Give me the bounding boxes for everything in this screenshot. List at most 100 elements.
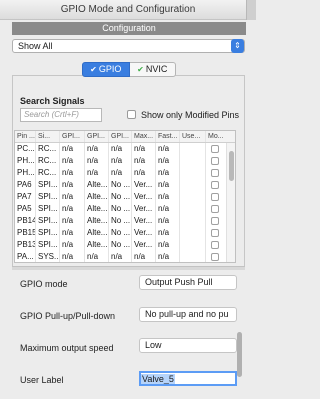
table-cell: Alte... — [87, 191, 109, 203]
table-row[interactable]: PH... RC... n/a n/a n/a n/a n/a — [15, 167, 235, 179]
table-cell — [180, 203, 206, 215]
column-header[interactable]: Use... — [180, 131, 206, 142]
table-row[interactable]: PA5 SPI... n/a Alte... No ... Ver... n/a — [15, 203, 235, 215]
tab-bar: ✔ GPIO ✔ NVIC — [82, 62, 176, 77]
table-cell: n/a — [156, 167, 180, 179]
check-circle-icon: ✔ — [137, 65, 144, 74]
table-cell: n/a — [60, 215, 85, 227]
window-edge-button[interactable] — [246, 0, 256, 20]
column-header[interactable]: Si... — [36, 131, 60, 142]
table-cell: Ver... — [132, 239, 156, 251]
column-header[interactable]: Fast... — [156, 131, 180, 142]
table-cell — [180, 143, 206, 155]
modified-cell — [206, 179, 226, 191]
table-cell: PA... — [15, 251, 36, 262]
table-cell: n/a — [156, 203, 180, 215]
window-titlebar: GPIO Mode and Configuration — [0, 0, 256, 20]
search-signals-label: Search Signals — [20, 96, 85, 106]
modified-checkbox[interactable] — [211, 205, 219, 213]
table-cell: n/a — [156, 155, 180, 167]
modified-cell — [206, 239, 226, 251]
properties-scrollbar[interactable] — [236, 280, 243, 398]
table-cell: n/a — [85, 155, 109, 167]
table-cell: n/a — [156, 227, 180, 239]
tab-gpio[interactable]: ✔ GPIO — [82, 62, 130, 77]
modified-checkbox[interactable] — [211, 241, 219, 249]
user-label-value: Valve_5 — [141, 374, 175, 384]
table-cell: PA7 — [15, 191, 36, 203]
table-cell: n/a — [109, 143, 132, 155]
tab-nvic[interactable]: ✔ NVIC — [129, 62, 176, 77]
filter-select-value: Show All — [18, 41, 53, 51]
signals-table: Pin ... Si... GPI... GPI... GPI... Max..… — [14, 130, 236, 263]
table-row[interactable]: PB13 SPI... n/a Alte... No ... Ver... n/a — [15, 239, 235, 251]
table-cell — [180, 227, 206, 239]
table-cell: Ver... — [132, 203, 156, 215]
table-row[interactable]: PA7 SPI... n/a Alte... No ... Ver... n/a — [15, 191, 235, 203]
table-cell: No ... — [111, 215, 132, 227]
modified-checkbox[interactable] — [211, 217, 219, 225]
table-header: Pin ... Si... GPI... GPI... GPI... Max..… — [15, 131, 235, 143]
table-row[interactable]: PA... SYS... n/a n/a n/a n/a n/a — [15, 251, 235, 262]
table-cell: Alte... — [87, 239, 109, 251]
modified-cell — [206, 227, 226, 239]
table-cell: n/a — [156, 191, 180, 203]
search-input[interactable]: Search (Crtl+F) — [20, 108, 102, 122]
table-row[interactable]: PB14 SPI... n/a Alte... No ... Ver... n/a — [15, 215, 235, 227]
table-cell — [180, 167, 206, 179]
modified-checkbox[interactable] — [211, 145, 219, 153]
table-row[interactable]: PB15 SPI... n/a Alte... No ... Ver... n/a — [15, 227, 235, 239]
scrollbar-thumb[interactable] — [237, 332, 242, 377]
table-cell: No ... — [111, 179, 132, 191]
column-header[interactable]: GPI... — [109, 131, 132, 142]
gpio-mode-select[interactable]: Output Push Pull — [139, 275, 237, 290]
table-cell: PB13 — [17, 239, 36, 251]
table-cell: Ver... — [132, 227, 156, 239]
user-label-input[interactable]: Valve_5 — [139, 371, 237, 386]
table-cell: PB15 — [17, 227, 36, 239]
modified-cell — [206, 155, 226, 167]
speed-select[interactable]: Low — [139, 338, 237, 353]
table-cell: RC... — [36, 167, 60, 179]
table-cell: n/a — [132, 155, 156, 167]
table-cell: n/a — [109, 167, 132, 179]
modified-checkbox[interactable] — [211, 253, 219, 261]
table-cell: SYS... — [38, 251, 60, 262]
modified-only-checkbox[interactable] — [127, 110, 136, 119]
table-cell: n/a — [60, 167, 85, 179]
column-header[interactable]: Max... — [132, 131, 156, 142]
table-cell: PB14 — [17, 215, 36, 227]
table-cell: Alte... — [87, 227, 109, 239]
filter-select[interactable]: Show All ⇕ — [12, 39, 245, 53]
column-header[interactable]: GPI... — [60, 131, 85, 142]
chevron-updown-icon[interactable]: ⇕ — [231, 39, 244, 53]
modified-checkbox[interactable] — [211, 229, 219, 237]
pull-select[interactable]: No pull-up and no pu — [139, 307, 237, 322]
table-cell: n/a — [60, 155, 85, 167]
table-row[interactable]: PA6 SPI... n/a Alte... No ... Ver... n/a — [15, 179, 235, 191]
modified-checkbox[interactable] — [211, 181, 219, 189]
scrollbar-thumb[interactable] — [229, 151, 234, 181]
table-scrollbar[interactable] — [226, 143, 235, 262]
table-row[interactable]: PH... RC... n/a n/a n/a n/a n/a — [15, 155, 235, 167]
table-cell: n/a — [109, 251, 132, 262]
table-cell: Alte... — [87, 203, 109, 215]
speed-label: Maximum output speed — [20, 343, 114, 353]
tab-nvic-label: NVIC — [145, 64, 168, 74]
modified-checkbox[interactable] — [211, 157, 219, 165]
table-cell: SPI... — [36, 239, 60, 251]
modified-checkbox[interactable] — [211, 169, 219, 177]
table-cell: n/a — [156, 215, 180, 227]
table-cell: RC... — [36, 143, 60, 155]
table-cell — [180, 179, 206, 191]
column-header[interactable]: GPI... — [85, 131, 109, 142]
table-cell — [180, 155, 206, 167]
column-header[interactable]: Mo... — [206, 131, 226, 142]
modified-checkbox[interactable] — [211, 193, 219, 201]
table-body: PC... RC... n/a n/a n/a n/a n/a PH... RC... n/a n/… — [15, 143, 235, 262]
column-header[interactable]: Pin ... — [15, 131, 36, 142]
table-cell: No ... — [111, 239, 132, 251]
modified-cell — [206, 203, 226, 215]
table-row[interactable]: PC... RC... n/a n/a n/a n/a n/a — [15, 143, 235, 155]
window-title: GPIO Mode and Configuration — [60, 4, 196, 15]
